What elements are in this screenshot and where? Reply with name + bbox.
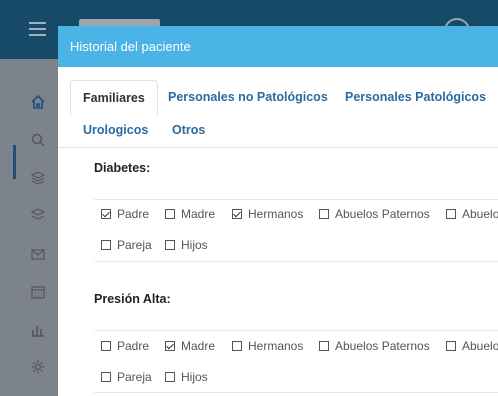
checkbox-label: Madre <box>181 339 216 353</box>
checkbox-box[interactable] <box>319 341 329 351</box>
checkbox-abuelos-paternos[interactable]: Abuelos Paternos <box>319 331 430 361</box>
stack-icon[interactable] <box>28 205 48 225</box>
checkbox-abuelos-paternos[interactable]: Abuelos Paternos <box>319 199 430 229</box>
checkbox-box[interactable] <box>165 240 175 250</box>
calendar-icon[interactable] <box>28 282 48 302</box>
tab-familiares[interactable]: Familiares <box>70 80 158 116</box>
checkbox-box[interactable] <box>101 372 111 382</box>
checkbox-box[interactable] <box>232 209 242 219</box>
checkbox-box[interactable] <box>319 209 329 219</box>
checkbox-padre[interactable]: Padre <box>101 199 149 229</box>
checkbox-hermanos[interactable]: Hermanos <box>232 331 303 361</box>
tab-personales-patologicos[interactable]: Personales Patológicos <box>345 91 486 104</box>
sidebar <box>0 59 58 396</box>
checkbox-padre[interactable]: Padre <box>101 331 149 361</box>
modal-title: Historial del paciente <box>70 39 191 54</box>
checkbox-label: Hijos <box>181 370 208 384</box>
section-title-diabetes: Diabetes: <box>94 161 151 175</box>
checkbox-box[interactable] <box>165 341 175 351</box>
checkbox-label: Padre <box>117 339 150 353</box>
modal-header: Historial del paciente <box>58 26 498 67</box>
checkbox-madre[interactable]: Madre <box>165 331 215 361</box>
patient-history-modal: Historial del paciente Familiares Person… <box>58 26 498 396</box>
checkbox-label: Hermanos <box>248 339 304 353</box>
home-icon[interactable] <box>28 92 48 112</box>
hamburger-menu-icon[interactable] <box>29 22 46 36</box>
sidebar-active-indicator <box>13 145 16 179</box>
divider <box>94 261 498 262</box>
checkbox-hijos[interactable]: Hijos <box>165 230 208 260</box>
checkbox-label: Hijos <box>181 238 208 252</box>
bar-chart-icon[interactable] <box>28 320 48 340</box>
search-icon[interactable] <box>28 130 48 150</box>
checkbox-row: Pareja Hijos <box>94 362 498 393</box>
checkbox-madre[interactable]: Madre <box>165 199 215 229</box>
checkbox-label: Padre <box>117 207 150 221</box>
checkbox-abuelo[interactable]: Abuelo <box>446 331 498 361</box>
checkbox-pareja[interactable]: Pareja <box>101 362 152 392</box>
settings-icon[interactable] <box>28 357 48 377</box>
checkbox-box[interactable] <box>101 240 111 250</box>
checkbox-label: Pareja <box>117 370 152 384</box>
checkbox-label: Madre <box>181 207 216 221</box>
checkbox-pareja[interactable]: Pareja <box>101 230 152 260</box>
checkbox-label: Pareja <box>117 238 152 252</box>
checkbox-box[interactable] <box>446 209 456 219</box>
checkbox-row: Padre Madre Hermanos Abuelos Paternos Ab… <box>94 199 498 230</box>
tab-urologicos[interactable]: Urologicos <box>83 124 148 137</box>
checkbox-label: Hermanos <box>248 207 304 221</box>
tab-personales-no-patologicos[interactable]: Personales no Patológicos <box>168 91 328 104</box>
checkbox-hijos[interactable]: Hijos <box>165 362 208 392</box>
layers-icon[interactable] <box>28 168 48 188</box>
checkbox-label: Abuelos Paternos <box>335 339 430 353</box>
checkbox-box[interactable] <box>165 372 175 382</box>
tab-bar: Familiares Personales no Patológicos Per… <box>58 67 498 148</box>
divider <box>94 392 498 393</box>
checkbox-row: Padre Madre Hermanos Abuelos Paternos Ab… <box>94 331 498 362</box>
tab-otros[interactable]: Otros <box>172 124 205 137</box>
checkbox-row: Pareja Hijos <box>94 230 498 261</box>
mail-icon[interactable] <box>28 244 48 264</box>
section-title-presion-alta: Presión Alta: <box>94 292 171 306</box>
checkbox-box[interactable] <box>232 341 242 351</box>
checkbox-box[interactable] <box>101 341 111 351</box>
checkbox-label: Abuelo <box>462 339 498 353</box>
checkbox-label: Abuelo <box>462 207 498 221</box>
checkbox-box[interactable] <box>101 209 111 219</box>
checkbox-abuelo[interactable]: Abuelo <box>446 199 498 229</box>
checkbox-hermanos[interactable]: Hermanos <box>232 199 303 229</box>
checkbox-box[interactable] <box>165 209 175 219</box>
checkbox-box[interactable] <box>446 341 456 351</box>
checkbox-label: Abuelos Paternos <box>335 207 430 221</box>
